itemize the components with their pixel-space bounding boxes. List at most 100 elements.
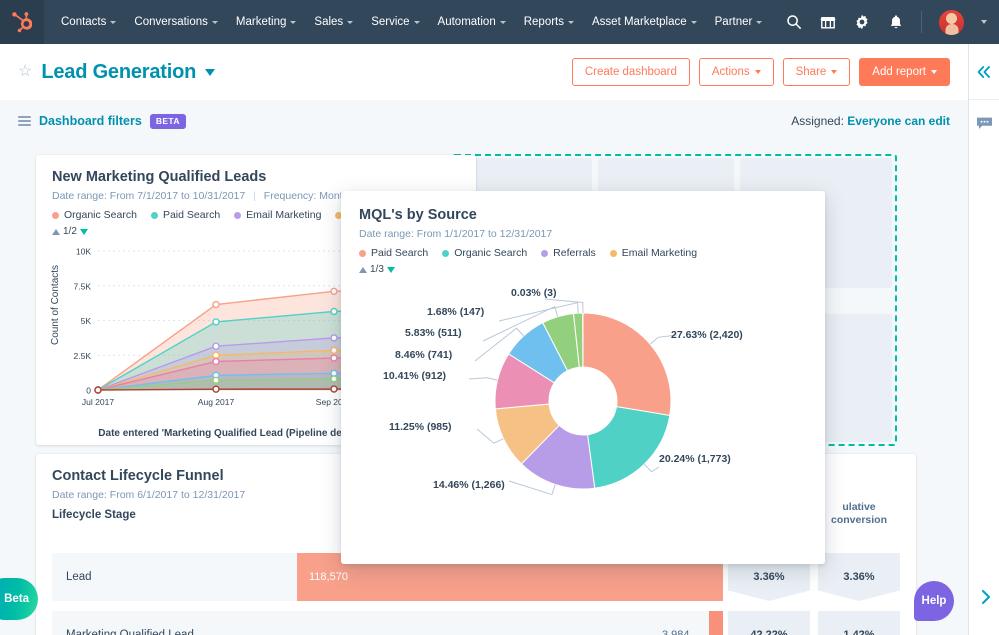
funnel-cumulative-cell: 1.42% [818, 611, 900, 635]
create-dashboard-button[interactable]: Create dashboard [572, 58, 690, 86]
pager-up-icon[interactable] [359, 267, 367, 273]
svg-text:5K: 5K [81, 316, 92, 326]
funnel-value: 3,984 [662, 629, 690, 635]
card-date-range: Date range: From 1/1/2017 to 12/31/2017 [359, 228, 807, 240]
y-axis-title: Count of Contacts [50, 265, 61, 345]
nav-item-reports[interactable]: Reports [515, 10, 583, 34]
chevron-down-icon [212, 21, 218, 24]
search-icon[interactable] [785, 13, 803, 31]
funnel-value: 118,570 [297, 571, 348, 583]
nav-item-label: Service [371, 16, 409, 28]
pager-up-icon[interactable] [52, 229, 60, 235]
chevron-down-icon[interactable] [205, 69, 215, 76]
donut-label: 10.41% (912) [383, 370, 446, 382]
nav-item-label: Conversations [134, 16, 208, 28]
legend-item[interactable]: Referrals [541, 247, 596, 259]
actions-button[interactable]: Actions [699, 58, 774, 86]
subtitle-divider: | [253, 190, 256, 202]
chevron-down-icon[interactable] [981, 20, 987, 24]
hubspot-logo[interactable] [0, 0, 44, 44]
legend-label: Paid Search [163, 209, 220, 221]
svg-text:10K: 10K [76, 247, 91, 257]
nav-item-conversations[interactable]: Conversations [125, 10, 227, 34]
settings-gear-icon[interactable] [853, 13, 871, 31]
legend-item[interactable]: Paid Search [359, 247, 428, 259]
legend-color-dot [52, 212, 59, 219]
beta-label: Beta [4, 593, 29, 605]
pager-down-icon[interactable] [80, 229, 88, 235]
chart-legend: Paid Search Organic Search Referrals Ema… [359, 247, 807, 259]
legend-label: Email Marketing [246, 209, 321, 221]
button-label: Create dashboard [585, 66, 677, 78]
nav-item-marketing[interactable]: Marketing [227, 10, 306, 34]
chevron-down-icon [347, 21, 353, 24]
next-panel-chevron-button[interactable] [979, 588, 993, 611]
nav-item-contacts[interactable]: Contacts [52, 10, 125, 34]
nav-item-label: Sales [314, 16, 343, 28]
favorite-star-icon[interactable]: ☆ [18, 64, 32, 80]
legend-color-dot [610, 250, 617, 257]
page-title[interactable]: Lead Generation [41, 61, 196, 84]
legend-item[interactable]: Paid Search [151, 209, 220, 221]
assigned-info: Assigned: Everyone can edit [791, 114, 950, 128]
header-actions: Create dashboard Actions Share Add repor… [572, 58, 950, 86]
notifications-bell-icon[interactable] [887, 13, 905, 31]
chevron-down-icon [691, 21, 697, 24]
funnel-cumulative-cell: 3.36% [818, 553, 900, 601]
dashboard-filters-button[interactable]: Dashboard filters BETA [18, 114, 186, 129]
funnel-bar-cell: Marketing Qualified Lead 3,984 [52, 611, 720, 635]
assigned-label: Assigned: [791, 114, 844, 128]
nav-item-partner[interactable]: Partner [706, 10, 772, 34]
help-button[interactable]: Help [914, 581, 954, 621]
right-sidebar-rail [968, 44, 999, 635]
nav-item-label: Contacts [61, 16, 106, 28]
nav-divider [921, 11, 922, 33]
chat-button[interactable] [969, 116, 999, 131]
dashboard-filter-bar: Dashboard filters BETA Assigned: Everyon… [0, 100, 968, 142]
avatar[interactable] [938, 9, 965, 36]
nav-item-sales[interactable]: Sales [305, 10, 362, 34]
card-date-range: Date range: From 7/1/2017 to 10/31/2017 [52, 190, 245, 202]
nav-item-label: Asset Marketplace [592, 16, 687, 28]
card-title: MQL's by Source [359, 207, 807, 223]
nav-item-asset-marketplace[interactable]: Asset Marketplace [583, 10, 706, 34]
marketplace-icon[interactable] [819, 13, 837, 31]
legend-item[interactable]: Email Marketing [234, 209, 321, 221]
donut-label: 8.46% (741) [395, 349, 452, 361]
collapse-panel-button[interactable] [969, 44, 999, 100]
legend-item[interactable]: Organic Search [442, 247, 527, 259]
help-label: Help [922, 595, 947, 607]
sprocket-icon [12, 11, 32, 33]
svg-text:0: 0 [86, 386, 91, 396]
chat-bubble-icon [976, 116, 993, 131]
donut-label: 11.25% (985) [389, 421, 451, 433]
nav-item-label: Reports [524, 16, 564, 28]
svg-text:2.5K: 2.5K [74, 351, 92, 361]
main-nav-items: Contacts Conversations Marketing Sales S… [52, 10, 771, 34]
legend-label: Paid Search [371, 247, 428, 259]
legend-label: Referrals [553, 247, 596, 259]
legend-item[interactable]: Organic Search [52, 209, 137, 221]
share-button[interactable]: Share [783, 58, 851, 86]
funnel-conversion-cell: 42.22% [728, 611, 810, 635]
legend-item[interactable]: Email Marketing [610, 247, 697, 259]
chevron-down-icon [831, 70, 837, 74]
legend-label: Email Marketing [622, 247, 697, 259]
table-row[interactable]: Marketing Qualified Lead 3,984 42.22% 1.… [52, 611, 900, 635]
nav-right-icons [785, 9, 999, 36]
pager-label: 1/2 [63, 226, 77, 237]
chevron-right-icon [979, 588, 993, 606]
chevron-down-icon [290, 21, 296, 24]
pager-down-icon[interactable] [387, 267, 395, 273]
nav-item-automation[interactable]: Automation [429, 10, 515, 34]
funnel-col-cumulative-conversion: ulativeconversion [818, 501, 900, 527]
add-report-button[interactable]: Add report [859, 58, 950, 86]
beta-badge: BETA [150, 114, 186, 129]
chevron-down-icon [931, 70, 937, 74]
chevron-down-icon [755, 70, 761, 74]
nav-item-service[interactable]: Service [362, 10, 428, 34]
assigned-value[interactable]: Everyone can edit [847, 114, 950, 128]
chevron-down-icon [756, 21, 762, 24]
report-card-mqls-by-source[interactable]: MQL's by Source Date range: From 1/1/201… [341, 191, 825, 564]
funnel-stage-name: Marketing Qualified Lead [52, 629, 257, 635]
